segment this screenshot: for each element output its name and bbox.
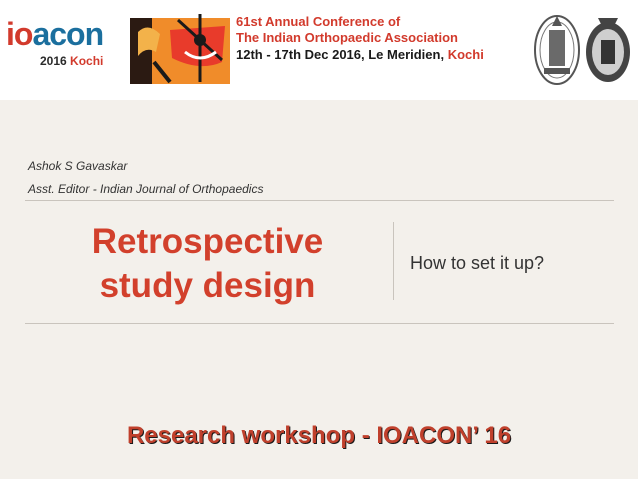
conference-line-1: 61st Annual Conference of	[236, 14, 401, 29]
bottom-divider	[25, 323, 614, 324]
vertical-divider	[393, 222, 394, 300]
slide-title: Retrospective study design	[25, 220, 390, 308]
logo-year-text: 2016	[40, 54, 67, 68]
ioacon-logo: ioacon	[6, 16, 104, 53]
logo-letters-rest: acon	[32, 16, 104, 52]
conference-dates: 12th - 17th Dec 2016, Le Meridien,	[236, 47, 448, 62]
conference-city: Kochi	[447, 47, 484, 62]
slide-title-line-1: Retrospective	[91, 222, 324, 261]
workshop-footer: Research workshop - IOACON’ 16	[126, 422, 512, 449]
logo-city: Kochi	[70, 54, 104, 68]
author-role: Asst. Editor - Indian Journal of Orthopa…	[28, 182, 264, 196]
author-name: Ashok S Gavaskar	[28, 159, 128, 173]
logo-letter-i: i	[6, 16, 15, 52]
university-seal-icon	[586, 18, 630, 82]
conference-info: 61st Annual Conference of The Indian Ort…	[236, 14, 484, 64]
slide-title-line-2: study design	[99, 266, 316, 305]
conference-line-2: The Indian Orthopaedic Association	[236, 30, 458, 45]
slide-subtitle: How to set it up?	[410, 253, 545, 273]
conference-header: ioacon 2016 Kochi 61st Annual Conference…	[0, 0, 638, 100]
conference-line-3: 12th - 17th Dec 2016, Le Meridien, Kochi	[236, 46, 484, 64]
logo-letter-o: o	[13, 16, 34, 52]
conference-artwork-icon	[130, 14, 230, 84]
logo-year: 2016 Kochi	[40, 54, 103, 68]
top-divider	[25, 200, 614, 201]
state-emblem-icon	[534, 15, 580, 85]
